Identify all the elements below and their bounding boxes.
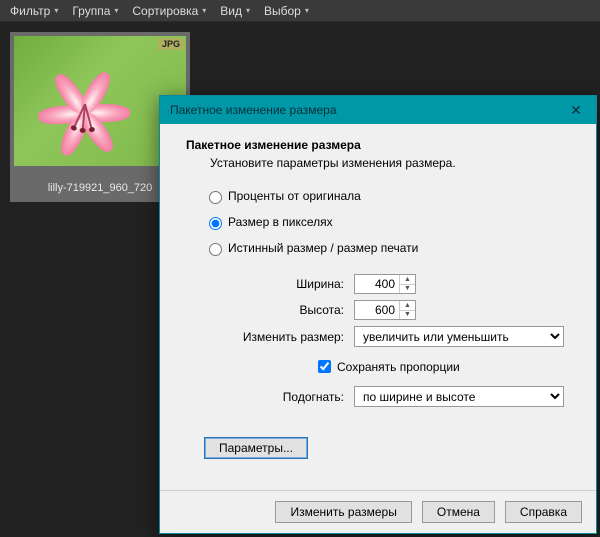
- spin-down-icon[interactable]: ▼: [400, 285, 415, 294]
- radio-print-label: Истинный размер / размер печати: [228, 241, 418, 255]
- dialog-titlebar[interactable]: Пакетное изменение размера ✕: [160, 96, 596, 124]
- spin-down-icon[interactable]: ▼: [400, 311, 415, 320]
- radio-pixels-input[interactable]: [209, 217, 222, 230]
- spin-up-icon[interactable]: ▲: [400, 275, 415, 285]
- apply-button[interactable]: Изменить размеры: [275, 501, 411, 523]
- dialog-title: Пакетное изменение размера: [170, 103, 562, 117]
- fit-label: Подогнать:: [186, 390, 354, 404]
- menu-view[interactable]: Вид▾: [214, 2, 256, 20]
- chevron-down-icon: ▾: [114, 6, 118, 15]
- resize-mode-label: Изменить размер:: [186, 330, 354, 344]
- cancel-button[interactable]: Отмена: [422, 501, 495, 523]
- menu-group[interactable]: Группа▾: [66, 2, 124, 20]
- keep-ratio-checkbox[interactable]: Сохранять пропорции: [314, 357, 570, 376]
- radio-percent[interactable]: Проценты от оригинала: [204, 188, 570, 204]
- dialog-footer: Изменить размеры Отмена Справка: [160, 490, 596, 533]
- chevron-down-icon: ▾: [246, 6, 250, 15]
- dialog-heading: Пакетное изменение размера: [186, 138, 570, 152]
- keep-ratio-input[interactable]: [318, 360, 331, 373]
- width-stepper[interactable]: ▲▼: [354, 274, 416, 294]
- menu-select[interactable]: Выбор▾: [258, 2, 315, 20]
- chevron-down-icon: ▾: [202, 6, 206, 15]
- help-button[interactable]: Справка: [505, 501, 582, 523]
- resize-mode-select[interactable]: увеличить или уменьшить: [354, 326, 564, 347]
- batch-resize-dialog: Пакетное изменение размера ✕ Пакетное из…: [159, 95, 597, 534]
- keep-ratio-label: Сохранять пропорции: [337, 360, 460, 374]
- options-button[interactable]: Параметры...: [204, 437, 308, 459]
- menu-filter[interactable]: Фильтр▾: [4, 2, 64, 20]
- close-icon[interactable]: ✕: [562, 99, 590, 121]
- fit-select[interactable]: по ширине и высоте: [354, 386, 564, 407]
- width-input[interactable]: [355, 275, 399, 293]
- menubar: Фильтр▾ Группа▾ Сортировка▾ Вид▾ Выбор▾: [0, 0, 600, 22]
- dialog-subheading: Установите параметры изменения размера.: [210, 156, 570, 170]
- height-label: Высота:: [186, 303, 354, 317]
- radio-pixels[interactable]: Размер в пикселях: [204, 214, 570, 230]
- radio-print-input[interactable]: [209, 243, 222, 256]
- height-input[interactable]: [355, 301, 399, 319]
- width-label: Ширина:: [186, 277, 354, 291]
- height-stepper[interactable]: ▲▼: [354, 300, 416, 320]
- spin-up-icon[interactable]: ▲: [400, 301, 415, 311]
- chevron-down-icon: ▾: [54, 6, 58, 15]
- radio-percent-input[interactable]: [209, 191, 222, 204]
- radio-percent-label: Проценты от оригинала: [228, 189, 361, 203]
- radio-pixels-label: Размер в пикселях: [228, 215, 333, 229]
- radio-print[interactable]: Истинный размер / размер печати: [204, 240, 570, 256]
- chevron-down-icon: ▾: [305, 6, 309, 15]
- menu-sort[interactable]: Сортировка▾: [126, 2, 212, 20]
- format-badge: JPG: [158, 38, 184, 50]
